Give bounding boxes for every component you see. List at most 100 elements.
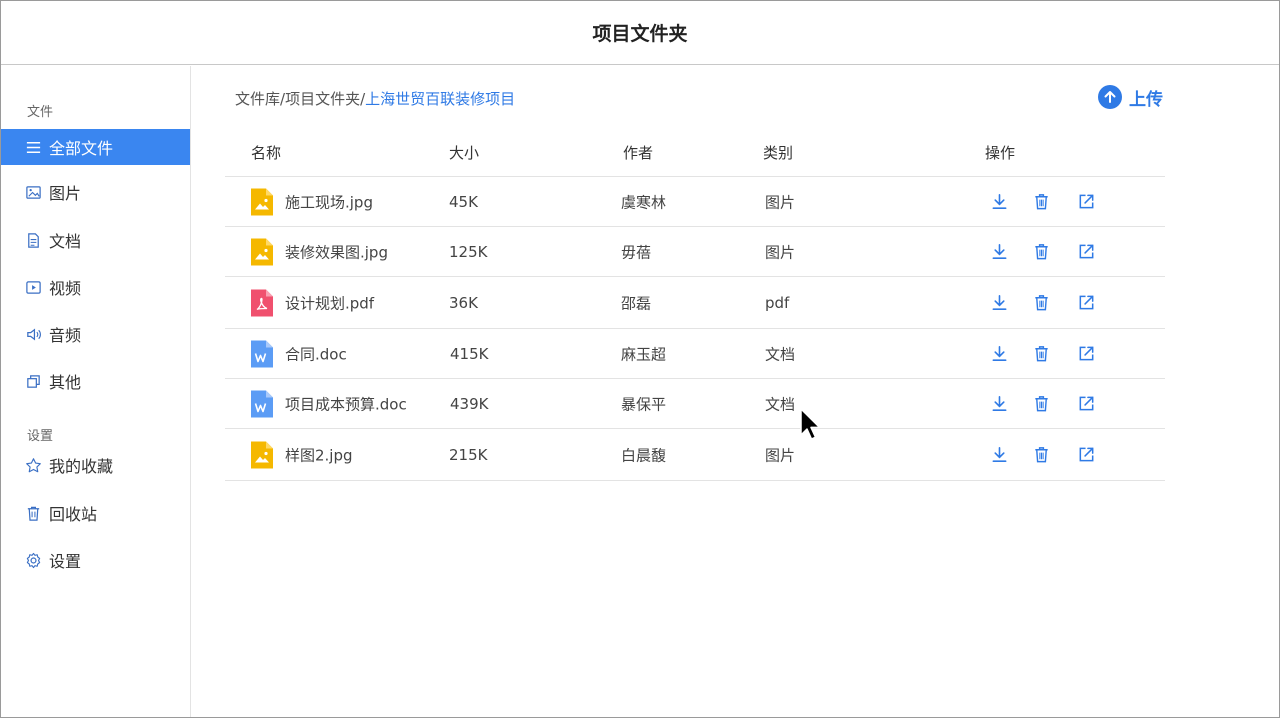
- delete-icon[interactable]: [1031, 293, 1051, 313]
- main-content: 文件库/项目文件夹/上海世贸百联装修项目 上传 名称 大小 作者 类别 操作 施…: [192, 66, 1279, 717]
- file-author: 邵磊: [621, 294, 652, 312]
- file-category: 图片: [765, 446, 796, 464]
- table-row[interactable]: 合同.doc 415K 麻玉超 文档: [225, 329, 1165, 379]
- file-author: 毋蓓: [621, 243, 652, 261]
- share-icon[interactable]: [1076, 445, 1096, 465]
- column-header-name[interactable]: 名称: [251, 142, 281, 163]
- file-category: 图片: [765, 193, 796, 211]
- file-name[interactable]: 合同.doc: [285, 343, 347, 364]
- sidebar-item-other[interactable]: 其他: [1, 363, 190, 399]
- file-name[interactable]: 样图2.jpg: [285, 444, 353, 465]
- breadcrumb: 文件库/项目文件夹/上海世贸百联装修项目: [235, 88, 515, 109]
- sidebar-item-label: 全部文件: [49, 139, 114, 158]
- upload-label: 上传: [1129, 89, 1163, 110]
- share-icon[interactable]: [1076, 192, 1096, 212]
- file-name[interactable]: 项目成本预算.doc: [285, 393, 407, 414]
- row-actions: [989, 445, 1096, 465]
- row-actions: [989, 394, 1096, 414]
- breadcrumb-current: 上海世贸百联装修项目: [365, 90, 516, 108]
- file-size: 439K: [450, 394, 489, 413]
- list-icon: [24, 138, 42, 156]
- table-row[interactable]: 样图2.jpg 215K 白晨馥 图片: [225, 429, 1165, 481]
- image-file-icon: [251, 238, 273, 265]
- upload-button[interactable]: 上传: [1098, 84, 1163, 110]
- file-author: 麻玉超: [621, 345, 667, 363]
- file-category: 文档: [765, 395, 796, 413]
- table-row[interactable]: 装修效果图.jpg 125K 毋蓓 图片: [225, 227, 1165, 277]
- file-author: 白晨馥: [621, 446, 667, 464]
- table-row[interactable]: 设计规划.pdf 36K 邵磊 pdf: [225, 277, 1165, 329]
- column-header-author[interactable]: 作者: [623, 142, 653, 163]
- word-file-icon: [251, 340, 273, 367]
- document-icon: [24, 231, 42, 249]
- copy-icon: [24, 372, 42, 390]
- sidebar-item-label: 文档: [49, 232, 82, 251]
- delete-icon[interactable]: [1031, 344, 1051, 364]
- delete-icon[interactable]: [1031, 445, 1051, 465]
- breadcrumb-project-folder[interactable]: 项目文件夹: [285, 90, 360, 108]
- download-icon[interactable]: [989, 192, 1009, 212]
- column-header-actions: 操作: [985, 144, 1016, 162]
- app-window: 项目文件夹 文件 全部文件 图片 文档 视频 音频 其他 设置 我的收藏 回收站…: [0, 0, 1280, 718]
- file-category: 文档: [765, 345, 796, 363]
- file-size: 215K: [449, 445, 488, 464]
- file-author: 虞寒林: [621, 193, 667, 211]
- row-actions: [989, 242, 1096, 262]
- download-icon[interactable]: [989, 344, 1009, 364]
- file-size: 125K: [449, 242, 488, 261]
- file-table: 名称 大小 作者 类别 操作 施工现场.jpg 45K 虞寒林 图片 装修效果图.jpg…: [225, 128, 1165, 481]
- file-category: pdf: [765, 293, 790, 312]
- sidebar-item-all-files[interactable]: 全部文件: [1, 129, 190, 165]
- file-author: 暴保平: [621, 395, 667, 413]
- download-icon[interactable]: [989, 242, 1009, 262]
- file-name[interactable]: 装修效果图.jpg: [285, 241, 388, 262]
- breadcrumb-library[interactable]: 文件库: [235, 90, 280, 108]
- window-title: 项目文件夹: [1, 1, 1279, 65]
- download-icon[interactable]: [989, 394, 1009, 414]
- sidebar-item-audio[interactable]: 音频: [1, 316, 190, 352]
- row-actions: [989, 192, 1096, 212]
- image-file-icon: [251, 441, 273, 468]
- sidebar-item-label: 视频: [49, 279, 82, 298]
- download-icon[interactable]: [989, 445, 1009, 465]
- gear-icon: [24, 551, 42, 569]
- sidebar-item-label: 设置: [49, 552, 82, 571]
- sidebar-item-favorites[interactable]: 我的收藏: [1, 447, 190, 483]
- share-icon[interactable]: [1076, 394, 1096, 414]
- column-header-size[interactable]: 大小: [449, 142, 479, 163]
- column-header-category[interactable]: 类别: [763, 142, 793, 163]
- pdf-file-icon: [251, 289, 273, 316]
- sidebar-item-images[interactable]: 图片: [1, 174, 190, 210]
- file-size: 36K: [449, 293, 478, 312]
- download-icon[interactable]: [989, 293, 1009, 313]
- sidebar-item-label: 音频: [49, 326, 82, 345]
- delete-icon[interactable]: [1031, 242, 1051, 262]
- image-file-icon: [251, 188, 273, 215]
- share-icon[interactable]: [1076, 344, 1096, 364]
- sidebar-item-label: 我的收藏: [49, 457, 114, 476]
- row-actions: [989, 344, 1096, 364]
- table-body: 施工现场.jpg 45K 虞寒林 图片 装修效果图.jpg 125K 毋蓓 图片 设计规划.pd…: [225, 177, 1165, 481]
- sidebar-item-label: 回收站: [49, 505, 98, 524]
- sidebar-item-label: 其他: [49, 373, 82, 392]
- file-size: 415K: [450, 344, 489, 363]
- mouse-cursor-icon: [800, 408, 821, 440]
- sidebar-item-recycle-bin[interactable]: 回收站: [1, 495, 190, 531]
- sidebar-item-settings[interactable]: 设置: [1, 542, 190, 578]
- file-name[interactable]: 施工现场.jpg: [285, 191, 373, 212]
- share-icon[interactable]: [1076, 242, 1096, 262]
- image-icon: [24, 183, 42, 201]
- trash-icon: [24, 504, 42, 522]
- file-name[interactable]: 设计规划.pdf: [285, 292, 374, 313]
- row-actions: [989, 293, 1096, 313]
- file-category: 图片: [765, 243, 796, 261]
- sidebar-item-videos[interactable]: 视频: [1, 269, 190, 305]
- share-icon[interactable]: [1076, 293, 1096, 313]
- star-icon: [24, 456, 42, 474]
- sidebar-item-documents[interactable]: 文档: [1, 222, 190, 258]
- table-row[interactable]: 项目成本预算.doc 439K 暴保平 文档: [225, 379, 1165, 429]
- delete-icon[interactable]: [1031, 192, 1051, 212]
- upload-icon: [1098, 85, 1122, 109]
- table-row[interactable]: 施工现场.jpg 45K 虞寒林 图片: [225, 177, 1165, 227]
- delete-icon[interactable]: [1031, 394, 1051, 414]
